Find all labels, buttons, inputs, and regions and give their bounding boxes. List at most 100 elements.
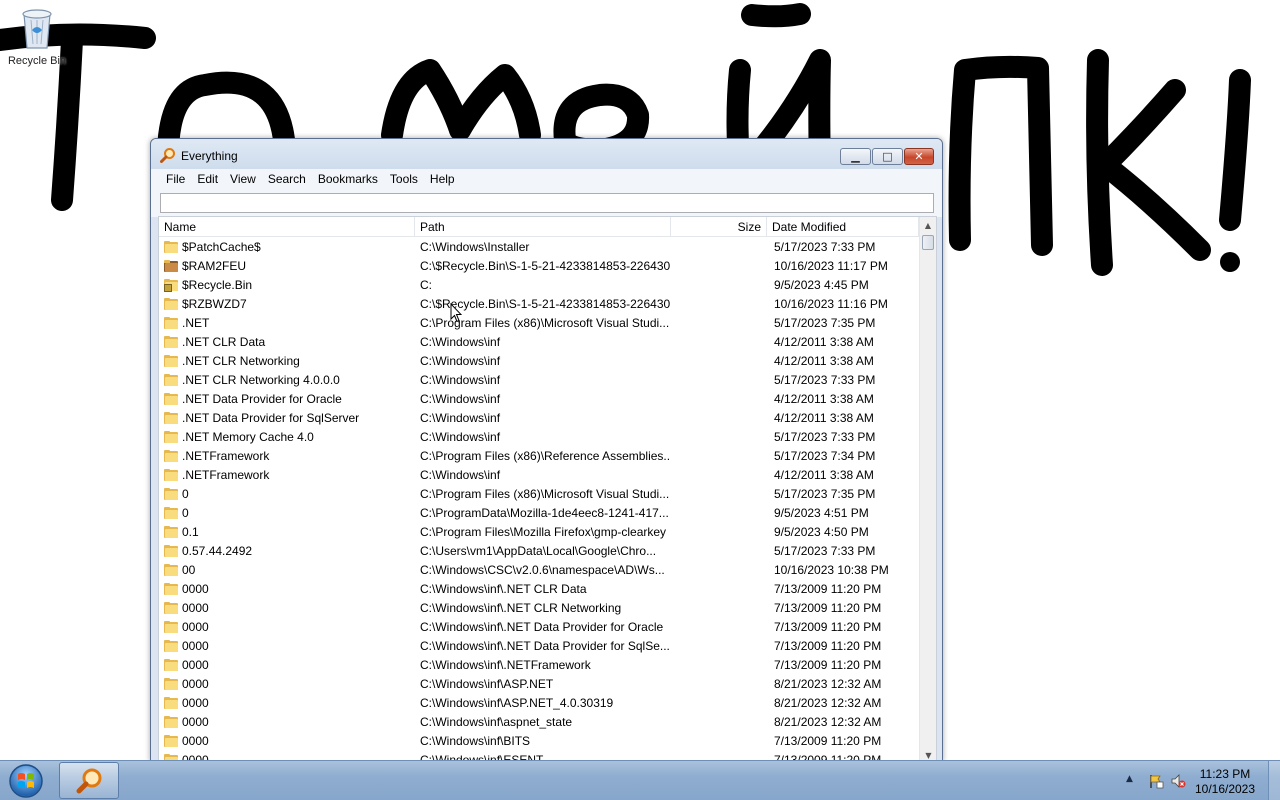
- name-cell: .NETFramework: [159, 468, 415, 482]
- results-list[interactable]: Name Path Size Date Modified $PatchCache…: [158, 216, 937, 761]
- folder-icon: [164, 715, 178, 728]
- file-name: 0000: [182, 714, 209, 729]
- folder-icon: [164, 734, 178, 747]
- column-header-date-modified[interactable]: Date Modified: [767, 217, 919, 237]
- recycle-bin-icon: [22, 9, 52, 49]
- table-row[interactable]: 0000 C:\Windows\inf\BITS 7/13/2009 11:20 P…: [159, 731, 920, 750]
- results-rows: $PatchCache$ C:\Windows\Installer 5/17/202…: [159, 237, 920, 761]
- vertical-scrollbar[interactable]: ▲ ▼: [919, 217, 936, 761]
- table-row[interactable]: .NET Data Provider for Oracle C:\Windows\…: [159, 389, 920, 408]
- table-row[interactable]: $RZBWZD7 C:\$Recycle.Bin\S-1-5-21-4233814…: [159, 294, 920, 313]
- menu-edit[interactable]: Edit: [191, 172, 224, 186]
- name-cell: .NETFramework: [159, 449, 415, 463]
- name-cell: 00: [159, 563, 415, 577]
- menu-bar: File Edit View Search Bookmarks Tools He…: [151, 169, 942, 189]
- table-row[interactable]: 0 C:\ProgramData\Mozilla-1de4eec8-1241-41…: [159, 503, 920, 522]
- everything-search-icon: [76, 768, 102, 794]
- folder-icon: [164, 335, 178, 348]
- file-name: 0000: [182, 600, 209, 615]
- table-row[interactable]: 0000 C:\Windows\inf\aspnet_state 8/21/2023…: [159, 712, 920, 731]
- menu-tools[interactable]: Tools: [384, 172, 424, 186]
- close-button[interactable]: ✕: [904, 148, 934, 165]
- column-header: Name Path Size Date Modified: [159, 217, 936, 237]
- file-name: 0000: [182, 638, 209, 653]
- show-desktop-button[interactable]: [1268, 761, 1280, 800]
- table-row[interactable]: 0.57.44.2492 C:\Users\vm1\AppData\Local\G…: [159, 541, 920, 560]
- menu-file[interactable]: File: [160, 172, 191, 186]
- file-name: $Recycle.Bin: [182, 277, 253, 292]
- clock-time: 11:23 PM: [1199, 767, 1251, 781]
- table-row[interactable]: 0000 C:\Windows\inf\.NET CLR Networking 7/…: [159, 598, 920, 617]
- maximize-button[interactable]: □: [872, 148, 903, 165]
- path-cell: C:\$Recycle.Bin\S-1-5-21-4233814853-2264…: [420, 258, 671, 273]
- title-bar[interactable]: Everything ▁ □ ✕: [151, 139, 942, 169]
- file-name: 0000: [182, 619, 209, 634]
- folder-icon: [164, 449, 178, 462]
- table-row[interactable]: .NETFramework C:\Windows\inf 4/12/2011 3:3…: [159, 465, 920, 484]
- volume-muted-icon[interactable]: [1170, 773, 1186, 789]
- path-cell: C:\Windows\inf\ASP.NET: [420, 676, 554, 691]
- table-row[interactable]: 0 C:\Program Files (x86)\Microsoft Visual…: [159, 484, 920, 503]
- folder-icon: [164, 563, 178, 576]
- table-row[interactable]: .NET CLR Data C:\Windows\inf 4/12/2011 3:3…: [159, 332, 920, 351]
- folder-icon: [164, 316, 178, 329]
- show-hidden-icons-icon[interactable]: ▲: [1126, 774, 1133, 784]
- date-modified-cell: 8/21/2023 12:32 AM: [774, 714, 882, 729]
- table-row[interactable]: 0000 C:\Windows\inf\.NET CLR Data 7/13/200…: [159, 579, 920, 598]
- file-name: 0000: [182, 733, 209, 748]
- name-cell: .NET Data Provider for SqlServer: [159, 411, 415, 425]
- table-row[interactable]: .NETFramework C:\Program Files (x86)\Refe…: [159, 446, 920, 465]
- table-row[interactable]: .NET C:\Program Files (x86)\Microsoft Vis…: [159, 313, 920, 332]
- minimize-button[interactable]: ▁: [840, 148, 871, 165]
- taskbar-everything-button[interactable]: [59, 762, 119, 799]
- name-cell: $Recycle.Bin: [159, 278, 415, 292]
- table-row[interactable]: 0.1 C:\Program Files\Mozilla Firefox\gmp-…: [159, 522, 920, 541]
- windows-start-icon[interactable]: [6, 763, 46, 799]
- folder-icon: [164, 620, 178, 633]
- system-tray: ▲ 11:23 PM 10/16/2023: [1120, 761, 1280, 800]
- menu-search[interactable]: Search: [262, 172, 312, 186]
- date-modified-cell: 5/17/2023 7:33 PM: [774, 543, 876, 558]
- table-row[interactable]: 0000 C:\Windows\inf\ASP.NET 8/21/2023 12:3…: [159, 674, 920, 693]
- table-row[interactable]: 00 C:\Windows\CSC\v2.0.6\namespace\AD\Ws.…: [159, 560, 920, 579]
- table-row[interactable]: $RAM2FEU C:\$Recycle.Bin\S-1-5-21-4233814…: [159, 256, 920, 275]
- path-cell: C:\Windows\inf\.NET CLR Networking: [420, 600, 622, 615]
- path-cell: C:\Windows\inf: [420, 353, 501, 368]
- everything-window[interactable]: Everything ▁ □ ✕ File Edit View Search B…: [150, 138, 943, 762]
- scroll-thumb[interactable]: [922, 235, 934, 250]
- menu-help[interactable]: Help: [424, 172, 461, 186]
- folder-icon: [164, 601, 178, 614]
- table-row[interactable]: .NET CLR Networking C:\Windows\inf 4/12/20…: [159, 351, 920, 370]
- folder-icon: [164, 696, 178, 709]
- taskbar-clock[interactable]: 11:23 PM 10/16/2023: [1185, 767, 1265, 797]
- name-cell: 0000: [159, 658, 415, 672]
- table-row[interactable]: 0000 C:\Windows\inf\.NETFramework 7/13/200…: [159, 655, 920, 674]
- table-row[interactable]: 0000 C:\Windows\inf\ASP.NET_4.0.30319 8/21…: [159, 693, 920, 712]
- table-row[interactable]: .NET CLR Networking 4.0.0.0 C:\Windows\in…: [159, 370, 920, 389]
- recycle-bin-desktop-icon[interactable]: Recycle Bin: [4, 6, 70, 67]
- menu-bookmarks[interactable]: Bookmarks: [312, 172, 384, 186]
- column-header-path[interactable]: Path: [415, 217, 671, 237]
- action-center-flag-icon[interactable]: [1148, 773, 1164, 789]
- table-row[interactable]: 0000 C:\Windows\inf\.NET Data Provider fo…: [159, 617, 920, 636]
- menu-view[interactable]: View: [224, 172, 262, 186]
- table-row[interactable]: .NET Data Provider for SqlServer C:\Windo…: [159, 408, 920, 427]
- folder-icon: [164, 677, 178, 690]
- file-name: $RAM2FEU: [182, 258, 247, 273]
- column-header-size[interactable]: Size: [671, 217, 767, 237]
- scroll-up-arrow-icon[interactable]: ▲: [920, 217, 936, 234]
- date-modified-cell: 5/17/2023 7:33 PM: [774, 239, 876, 254]
- date-modified-cell: 5/17/2023 7:34 PM: [774, 448, 876, 463]
- path-cell: C:\Windows\inf: [420, 429, 501, 444]
- table-row[interactable]: 0000 C:\Windows\inf\.NET Data Provider fo…: [159, 636, 920, 655]
- name-cell: $PatchCache$: [159, 240, 415, 254]
- search-input[interactable]: [160, 193, 934, 213]
- path-cell: C:: [420, 277, 432, 292]
- search-bar: [151, 189, 942, 217]
- column-header-name[interactable]: Name: [159, 217, 415, 237]
- table-row[interactable]: $Recycle.Bin C: 9/5/2023 4:45 PM: [159, 275, 920, 294]
- path-cell: C:\Windows\inf\.NET Data Provider for Sq…: [420, 638, 670, 653]
- table-row[interactable]: $PatchCache$ C:\Windows\Installer 5/17/202…: [159, 237, 920, 256]
- folder-icon: [164, 582, 178, 595]
- table-row[interactable]: .NET Memory Cache 4.0 C:\Windows\inf 5/17/…: [159, 427, 920, 446]
